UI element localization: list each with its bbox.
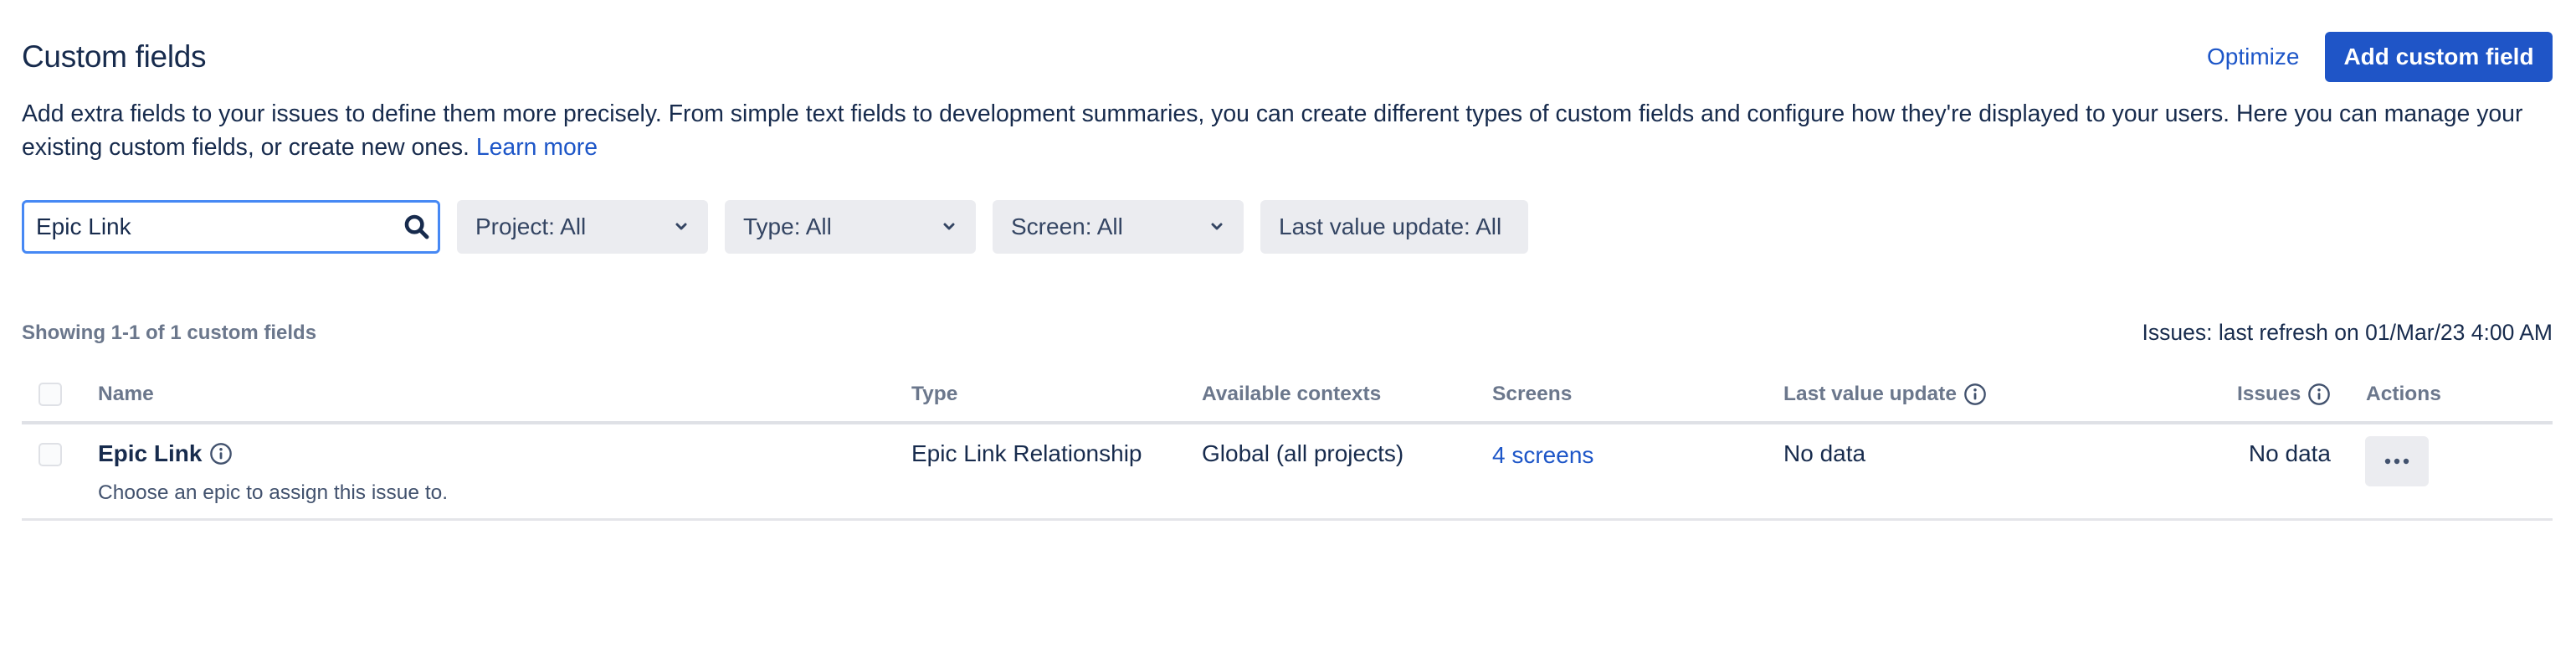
field-description: Choose an epic to assign this issue to. xyxy=(98,481,449,504)
info-icon[interactable] xyxy=(1963,383,1987,406)
more-horizontal-icon xyxy=(2384,458,2409,465)
field-name[interactable]: Epic Link xyxy=(98,438,202,470)
field-contexts: Global (all projects) xyxy=(1202,440,1404,466)
column-header-last-value-update[interactable]: Last value update xyxy=(1783,381,1987,408)
column-header-type[interactable]: Type xyxy=(911,381,957,408)
chevron-down-icon xyxy=(943,223,955,230)
last-value-update-filter-label: Last value update: All xyxy=(1279,213,1502,239)
column-header-last-value-update-label: Last value update xyxy=(1783,383,1957,405)
column-header-actions: Actions xyxy=(2366,381,2441,408)
row-actions-button[interactable] xyxy=(2365,436,2429,486)
learn-more-link[interactable]: Learn more xyxy=(476,134,598,161)
column-header-actions-label: Actions xyxy=(2366,383,2441,405)
optimize-link[interactable]: Optimize xyxy=(2207,40,2299,74)
column-header-screens-label: Screens xyxy=(1492,383,1573,405)
field-screens-link[interactable]: 4 screens xyxy=(1492,440,1593,471)
row-checkbox[interactable] xyxy=(38,443,62,466)
last-value-update-filter[interactable]: Last value update: All xyxy=(1260,200,1528,254)
chevron-down-icon xyxy=(675,223,687,230)
type-filter[interactable]: Type: All xyxy=(725,200,976,254)
add-custom-field-button[interactable]: Add custom field xyxy=(2325,32,2553,82)
field-type: Epic Link Relationship xyxy=(911,440,1142,466)
screen-filter[interactable]: Screen: All xyxy=(993,200,1244,254)
select-all-checkbox[interactable] xyxy=(38,383,62,406)
table-row-divider xyxy=(22,518,2553,521)
search-input[interactable] xyxy=(36,203,387,251)
table-header-divider xyxy=(22,421,2553,424)
column-header-type-label: Type xyxy=(911,383,958,405)
chevron-down-icon xyxy=(1211,223,1223,230)
search-field[interactable] xyxy=(22,200,440,254)
field-last-value-update: No data xyxy=(1783,440,1866,466)
page-title: Custom fields xyxy=(22,39,207,74)
search-icon[interactable] xyxy=(403,213,431,241)
field-issues: No data xyxy=(2248,440,2331,466)
column-header-contexts[interactable]: Available contexts xyxy=(1202,381,1381,408)
column-header-issues-label: Issues xyxy=(2237,383,2301,405)
column-header-screens[interactable]: Screens xyxy=(1492,381,1572,408)
screen-filter-label: Screen: All xyxy=(1011,213,1123,239)
info-icon[interactable] xyxy=(2307,383,2331,406)
column-header-issues[interactable]: Issues xyxy=(2237,381,2331,408)
project-filter[interactable]: Project: All xyxy=(457,200,708,254)
type-filter-label: Type: All xyxy=(743,213,832,239)
description-text: Add extra fields to your issues to defin… xyxy=(22,100,2523,161)
column-header-name-label: Name xyxy=(98,383,154,405)
column-header-name[interactable]: Name xyxy=(98,381,154,408)
results-count: Showing 1-1 of 1 custom fields xyxy=(22,321,317,344)
project-filter-label: Project: All xyxy=(475,213,587,239)
issues-refresh-status: Issues: last refresh on 01/Mar/23 4:00 A… xyxy=(2142,320,2553,345)
info-icon[interactable] xyxy=(209,442,233,465)
field-name-cell: Epic Link xyxy=(98,438,233,470)
column-header-contexts-label: Available contexts xyxy=(1202,383,1382,405)
page-description: Add extra fields to your issues to defin… xyxy=(22,97,2558,164)
